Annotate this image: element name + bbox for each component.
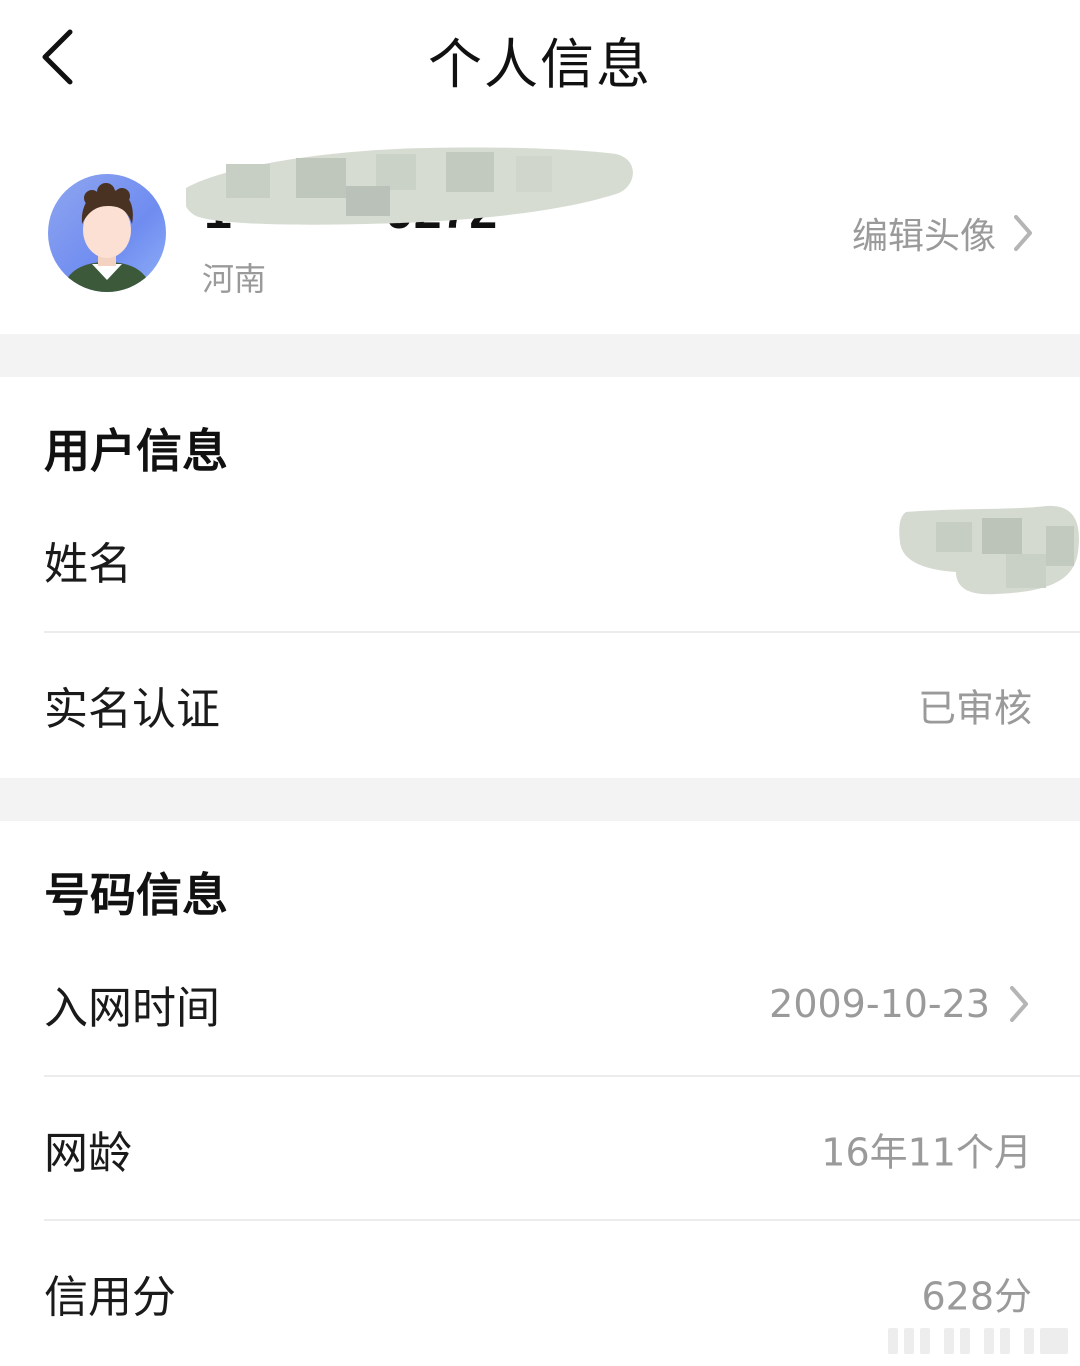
row-network-age[interactable]: 网龄 16年11个月 xyxy=(0,1079,1080,1219)
chevron-right-icon xyxy=(1010,986,1028,1022)
divider xyxy=(44,1075,1080,1077)
row-label-real-name-auth: 实名认证 xyxy=(44,684,220,735)
row-name[interactable]: 姓名 xyxy=(0,490,1080,630)
avatar[interactable] xyxy=(48,174,166,292)
section-title-number-info: 号码信息 xyxy=(44,868,228,922)
real-name-status: 已审核 xyxy=(917,686,1032,731)
number-info-section: 号码信息 入网时间 2009-10-23 网龄 16年11个月 信用分 628分 xyxy=(0,821,1080,1366)
row-value-join-date: 2009-10-23 xyxy=(769,982,1032,1026)
chevron-right-icon xyxy=(1014,215,1032,251)
masked-phone-number: 1 9272 xyxy=(186,147,633,231)
top-bar: 个人信息 xyxy=(0,0,1080,110)
section-separator xyxy=(0,778,1080,821)
row-value-real-name-auth: 已审核 xyxy=(918,678,1032,733)
edit-avatar-label: 编辑头像 xyxy=(851,216,996,257)
page-title: 个人信息 xyxy=(428,33,652,96)
row-label-join-date: 入网时间 xyxy=(44,983,220,1034)
watermark-logo xyxy=(888,1328,1068,1354)
row-real-name-auth[interactable]: 实名认证 已审核 xyxy=(0,635,1080,775)
credit-score-value: 628分 xyxy=(921,1274,1032,1319)
avatar-image xyxy=(62,183,152,292)
row-label-credit-score: 信用分 xyxy=(44,1272,176,1323)
section-title-user-info: 用户信息 xyxy=(44,424,228,478)
row-join-date[interactable]: 入网时间 2009-10-23 xyxy=(0,934,1080,1074)
masked-name-value xyxy=(899,505,1079,595)
join-date-value: 2009-10-23 xyxy=(769,982,990,1026)
network-age-value: 16年11个月 xyxy=(821,1130,1032,1175)
province-label: 河南 xyxy=(202,260,267,298)
profile-card: 1 9272 河南 编辑头像 xyxy=(0,110,1080,334)
section-separator xyxy=(0,334,1080,377)
row-label-network-age: 网龄 xyxy=(44,1128,132,1179)
user-info-section: 用户信息 姓名 实名认证 已审核 xyxy=(0,377,1080,778)
divider xyxy=(44,631,1080,633)
row-value-network-age: 16年11个月 xyxy=(821,1122,1032,1177)
divider xyxy=(44,1219,1080,1221)
edit-avatar-button[interactable]: 编辑头像 xyxy=(852,208,1036,258)
row-value-credit-score: 628分 xyxy=(921,1266,1032,1321)
row-label-name: 姓名 xyxy=(44,539,132,590)
